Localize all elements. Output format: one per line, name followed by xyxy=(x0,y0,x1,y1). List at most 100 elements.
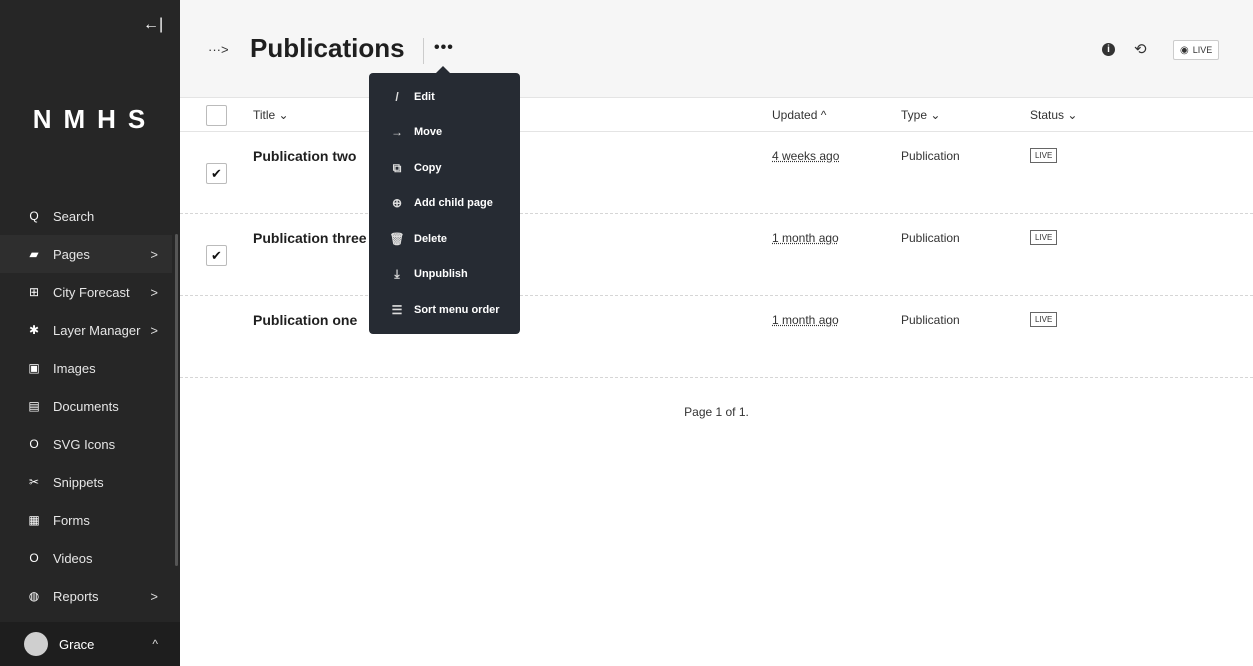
menu-item-label: Move xyxy=(414,126,443,138)
row-title-link[interactable]: Publication two xyxy=(253,148,356,164)
chevron-right-icon: > xyxy=(150,322,158,338)
menu-item-label: Edit xyxy=(414,91,435,103)
menu-item-copy[interactable]: ⧉ Copy xyxy=(369,150,520,186)
menu-item-delete[interactable]: 🗑 Delete xyxy=(369,221,520,257)
collapse-sidebar-icon[interactable]: ←| xyxy=(143,16,163,34)
column-status-header[interactable]: Status ⌄ xyxy=(1030,108,1077,122)
column-title-header[interactable]: Title ⌄ xyxy=(253,108,289,122)
sidebar-nav: Q Search ▰ Pages > ⊞ City Forecast > ✱ L… xyxy=(0,197,172,615)
page-actions-dropdown: / Edit → Move ⧉ Copy ⊕ Add child page 🗑 … xyxy=(369,73,520,334)
table-header: Title ⌄ Updated ^ Type ⌄ Status ⌄ xyxy=(180,97,1253,132)
eye-icon: ◉ xyxy=(1180,44,1189,56)
table-row: ✔ Publication three 1 month ago Publicat… xyxy=(180,214,1253,296)
menu-item-label: Delete xyxy=(414,233,448,245)
chevron-right-icon: > xyxy=(150,246,158,262)
sidebar-item-label: Videos xyxy=(53,550,93,566)
sidebar-item-city-forecast[interactable]: ⊞ City Forecast > xyxy=(0,273,172,311)
row-updated: 1 month ago xyxy=(772,231,839,245)
sidebar-item-videos[interactable]: O Videos xyxy=(0,539,172,577)
sidebar-item-svg-icons[interactable]: O SVG Icons xyxy=(0,425,172,463)
sidebar-item-label: SVG Icons xyxy=(53,436,116,452)
history-icon[interactable]: ⟲ xyxy=(1134,40,1147,58)
circle-icon: O xyxy=(29,437,39,451)
folder-icon: ▰ xyxy=(29,247,39,261)
search-icon: Q xyxy=(29,209,39,223)
breadcrumb-toggle[interactable]: ···> xyxy=(208,42,229,57)
sidebar-item-label: Snippets xyxy=(53,474,104,490)
image-icon: ▣ xyxy=(28,361,40,375)
sidebar-scrollbar[interactable] xyxy=(175,234,178,566)
globe-icon: ◍ xyxy=(28,589,40,603)
select-all-checkbox[interactable] xyxy=(206,105,227,126)
sidebar-item-label: Reports xyxy=(53,588,99,604)
status-badge: LIVE xyxy=(1030,230,1058,245)
table-row: Publication one 1 month ago Publication … xyxy=(180,296,1253,378)
menu-item-sort-menu-order[interactable]: ☰ Sort menu order xyxy=(369,292,520,328)
download-icon: ⤓ xyxy=(394,266,400,281)
sidebar-item-label: Documents xyxy=(53,398,119,414)
sidebar-item-label: Forms xyxy=(53,512,90,528)
column-type-header[interactable]: Type ⌄ xyxy=(901,108,940,122)
status-badge: LIVE xyxy=(1030,148,1058,163)
arrow-right-icon: → xyxy=(391,125,403,139)
status-badge: LIVE xyxy=(1030,312,1058,327)
pagination: Page 1 of 1. xyxy=(684,405,749,419)
avatar xyxy=(24,632,48,656)
menu-item-label: Add child page xyxy=(414,197,493,209)
circle-icon: O xyxy=(29,551,39,565)
row-checkbox[interactable]: ✔ xyxy=(206,245,227,266)
sidebar-item-search[interactable]: Q Search xyxy=(0,197,172,235)
table-row: ✔ Publication two 4 weeks ago Publicatio… xyxy=(180,132,1253,214)
menu-item-label: Unpublish xyxy=(414,268,468,280)
more-actions-button[interactable]: ••• xyxy=(434,39,454,57)
row-title-link[interactable]: Publication three xyxy=(253,230,367,246)
title-divider xyxy=(423,38,424,64)
row-updated: 1 month ago xyxy=(772,313,839,327)
pencil-icon: / xyxy=(395,90,399,104)
copy-icon: ⧉ xyxy=(392,160,402,175)
sidebar-item-images[interactable]: ▣ Images xyxy=(0,349,172,387)
row-checkbox[interactable]: ✔ xyxy=(206,163,227,184)
chevron-up-icon: ^ xyxy=(152,637,158,651)
cog-icon: ✱ xyxy=(28,323,40,337)
chevron-right-icon: > xyxy=(150,588,158,604)
row-title-link[interactable]: Publication one xyxy=(253,312,357,328)
sidebar-item-documents[interactable]: ▤ Documents xyxy=(0,387,172,425)
sidebar-item-layer-manager[interactable]: ✱ Layer Manager > xyxy=(0,311,172,349)
sidebar-item-pages[interactable]: ▰ Pages > xyxy=(0,235,172,273)
site-logo[interactable]: NMHS xyxy=(0,104,180,135)
user-name: Grace xyxy=(59,636,95,652)
row-type: Publication xyxy=(901,231,960,245)
column-updated-header[interactable]: Updated ^ xyxy=(772,108,826,122)
menu-item-move[interactable]: → Move xyxy=(369,114,520,150)
row-updated: 4 weeks ago xyxy=(772,149,840,163)
sidebar-item-snippets[interactable]: ✂ Snippets xyxy=(0,463,172,501)
dropdown-caret xyxy=(436,66,450,73)
menu-item-add-child-page[interactable]: ⊕ Add child page xyxy=(369,185,520,221)
list-icon: ☰ xyxy=(391,303,403,317)
sidebar-item-label: Images xyxy=(53,360,96,376)
sidebar-item-label: Pages xyxy=(53,246,90,262)
menu-item-label: Sort menu order xyxy=(414,304,500,316)
trash-icon: 🗑 xyxy=(389,232,405,246)
sidebar-item-reports[interactable]: ◍ Reports > xyxy=(0,577,172,615)
live-preview-button[interactable]: ◉ LIVE xyxy=(1173,40,1220,60)
chevron-right-icon: > xyxy=(150,284,158,300)
document-icon: ▤ xyxy=(28,399,40,413)
menu-item-unpublish[interactable]: ⤓ Unpublish xyxy=(369,256,520,292)
form-icon: ▦ xyxy=(28,513,40,527)
sidebar-item-label: Layer Manager xyxy=(53,322,141,338)
table-icon: ⊞ xyxy=(28,285,40,299)
row-type: Publication xyxy=(901,313,960,327)
info-icon[interactable]: i xyxy=(1102,43,1115,56)
sidebar-item-forms[interactable]: ▦ Forms xyxy=(0,501,172,539)
snippet-icon: ✂ xyxy=(28,475,40,489)
menu-item-edit[interactable]: / Edit xyxy=(369,79,520,115)
user-menu[interactable]: Grace ^ xyxy=(0,622,180,666)
sidebar: ←| NMHS Q Search ▰ Pages > ⊞ City Foreca… xyxy=(0,0,180,666)
sidebar-item-label: Search xyxy=(53,208,95,224)
menu-item-label: Copy xyxy=(414,162,442,174)
page-title: Publications xyxy=(250,33,405,63)
sidebar-item-label: City Forecast xyxy=(53,284,130,300)
page-header: ···> Publications ••• i ⟲ ◉ LIVE xyxy=(180,0,1253,98)
